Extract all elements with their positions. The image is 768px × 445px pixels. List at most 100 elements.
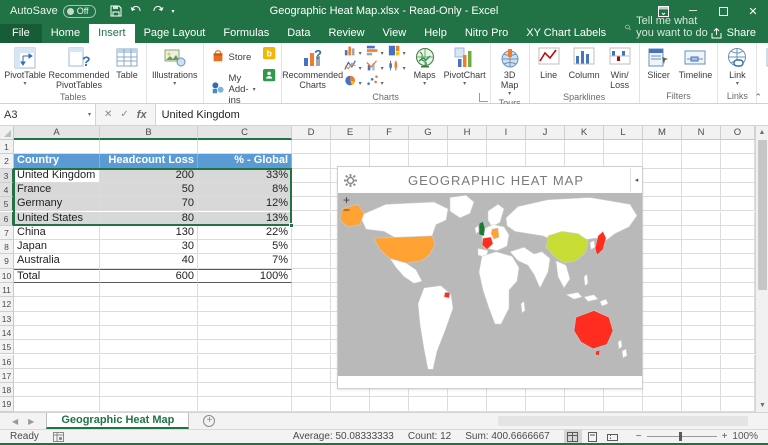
cell-I19[interactable] [487,397,526,411]
cell-C11[interactable] [198,283,292,297]
map-zoom-out-button[interactable]: − [343,205,350,215]
cell-C13[interactable] [198,312,292,326]
share-button[interactable]: Share [711,27,768,43]
column-header-F[interactable]: F [370,126,409,140]
sparkline-column-button[interactable]: Column [566,44,603,81]
cell-O7[interactable] [721,226,755,240]
tab-insert[interactable]: Insert [89,24,135,43]
cell-B13[interactable] [100,312,198,326]
my-add-ins-button[interactable]: My Add-ins▾ [208,71,259,108]
cell-M11[interactable] [643,283,682,297]
tab-view[interactable]: View [374,24,416,43]
cell-D3[interactable] [292,169,331,183]
cell-O14[interactable] [721,326,755,340]
column-header-D[interactable]: D [292,126,331,140]
cell-L1[interactable] [604,140,643,154]
illustrations-button[interactable]: Illustrations▾ [149,44,201,87]
cell-A6[interactable]: United States [14,212,100,226]
people-graph-icon[interactable] [263,69,277,88]
cell-D5[interactable] [292,197,331,211]
cell-O12[interactable] [721,297,755,311]
macro-record-icon[interactable] [53,432,64,442]
cell-B18[interactable] [100,383,198,397]
cell-A17[interactable] [14,369,100,383]
zoom-slider[interactable] [647,436,717,437]
heat-map-chart[interactable]: GEOGRAPHIC HEAT MAP ◂ + − [337,166,643,389]
cell-O16[interactable] [721,355,755,369]
cell-B5[interactable]: 70 [100,197,198,211]
cell-N13[interactable] [682,312,721,326]
cell-M15[interactable] [643,340,682,354]
cell-M12[interactable] [643,297,682,311]
column-header-A[interactable]: A [14,126,100,140]
cell-O6[interactable] [721,212,755,226]
tab-data[interactable]: Data [278,24,319,43]
cell-B3[interactable]: 200 [100,169,198,183]
world-map[interactable]: + − [338,193,642,376]
cell-C16[interactable] [198,355,292,369]
slicer-button[interactable]: Slicer [642,44,676,81]
cell-D4[interactable] [292,183,331,197]
cell-O8[interactable] [721,240,755,254]
cell-B9[interactable]: 40 [100,254,198,268]
column-header-K[interactable]: K [565,126,604,140]
cell-N19[interactable] [682,397,721,411]
cell-A16[interactable] [14,355,100,369]
cell-F1[interactable] [370,140,409,154]
cell-D15[interactable] [292,340,331,354]
zoom-out-button[interactable]: − [636,431,642,442]
cell-E19[interactable] [331,397,370,411]
cancel-entry-icon[interactable]: ✕ [104,109,112,120]
cell-F19[interactable] [370,397,409,411]
cell-D1[interactable] [292,140,331,154]
store-button[interactable]: Store [208,47,259,68]
cell-C9[interactable]: 7% [198,254,292,268]
tab-help[interactable]: Help [415,24,456,43]
cell-C4[interactable]: 8% [198,183,292,197]
pivottable-button[interactable]: PivotTable▾ [2,44,48,87]
cell-A1[interactable] [14,140,100,154]
tab-xy-chart-labels[interactable]: XY Chart Labels [517,24,615,43]
cell-N1[interactable] [682,140,721,154]
cell-B6[interactable]: 80 [100,212,198,226]
cell-D10[interactable] [292,269,331,283]
row-header-8[interactable]: 8 [0,240,14,254]
save-icon[interactable] [110,5,122,17]
insert-function-icon[interactable]: fx [137,109,147,121]
name-box-dropdown-icon[interactable]: ▾ [88,111,91,118]
cell-N2[interactable] [682,154,721,168]
row-header-4[interactable]: 4 [0,183,14,197]
cell-K19[interactable] [565,397,604,411]
chart-collapse-icon[interactable]: ◂ [630,168,642,192]
cell-C17[interactable] [198,369,292,383]
recommended-pivottables-button[interactable]: ?Recommended PivotTables [48,44,110,91]
cell-B11[interactable] [100,283,198,297]
cell-O1[interactable] [721,140,755,154]
cell-K1[interactable] [565,140,604,154]
row-header-5[interactable]: 5 [0,197,14,211]
cell-B2[interactable]: Headcount Loss [100,154,198,168]
cell-A5[interactable]: Germany [14,197,100,211]
row-header-11[interactable]: 11 [0,283,14,297]
cell-B19[interactable] [100,397,198,411]
cell-N14[interactable] [682,326,721,340]
cell-H19[interactable] [448,397,487,411]
cell-H1[interactable] [448,140,487,154]
pivotchart-button[interactable]: PivotChart▾ [442,44,488,87]
cell-D19[interactable] [292,397,331,411]
prev-sheet-icon[interactable]: ◀ [12,417,18,426]
row-header-16[interactable]: 16 [0,355,14,369]
sparkline-winloss-button[interactable]: Win/ Loss [603,44,637,91]
cell-A9[interactable]: Australia [14,254,100,268]
cell-O13[interactable] [721,312,755,326]
cell-M1[interactable] [643,140,682,154]
row-header-18[interactable]: 18 [0,383,14,397]
row-header-15[interactable]: 15 [0,340,14,354]
gear-icon[interactable] [338,174,362,187]
column-header-E[interactable]: E [331,126,370,140]
timeline-button[interactable]: Timeline [676,44,716,81]
cell-I1[interactable] [487,140,526,154]
normal-view-button[interactable] [564,430,582,443]
cell-C18[interactable] [198,383,292,397]
cell-D16[interactable] [292,355,331,369]
